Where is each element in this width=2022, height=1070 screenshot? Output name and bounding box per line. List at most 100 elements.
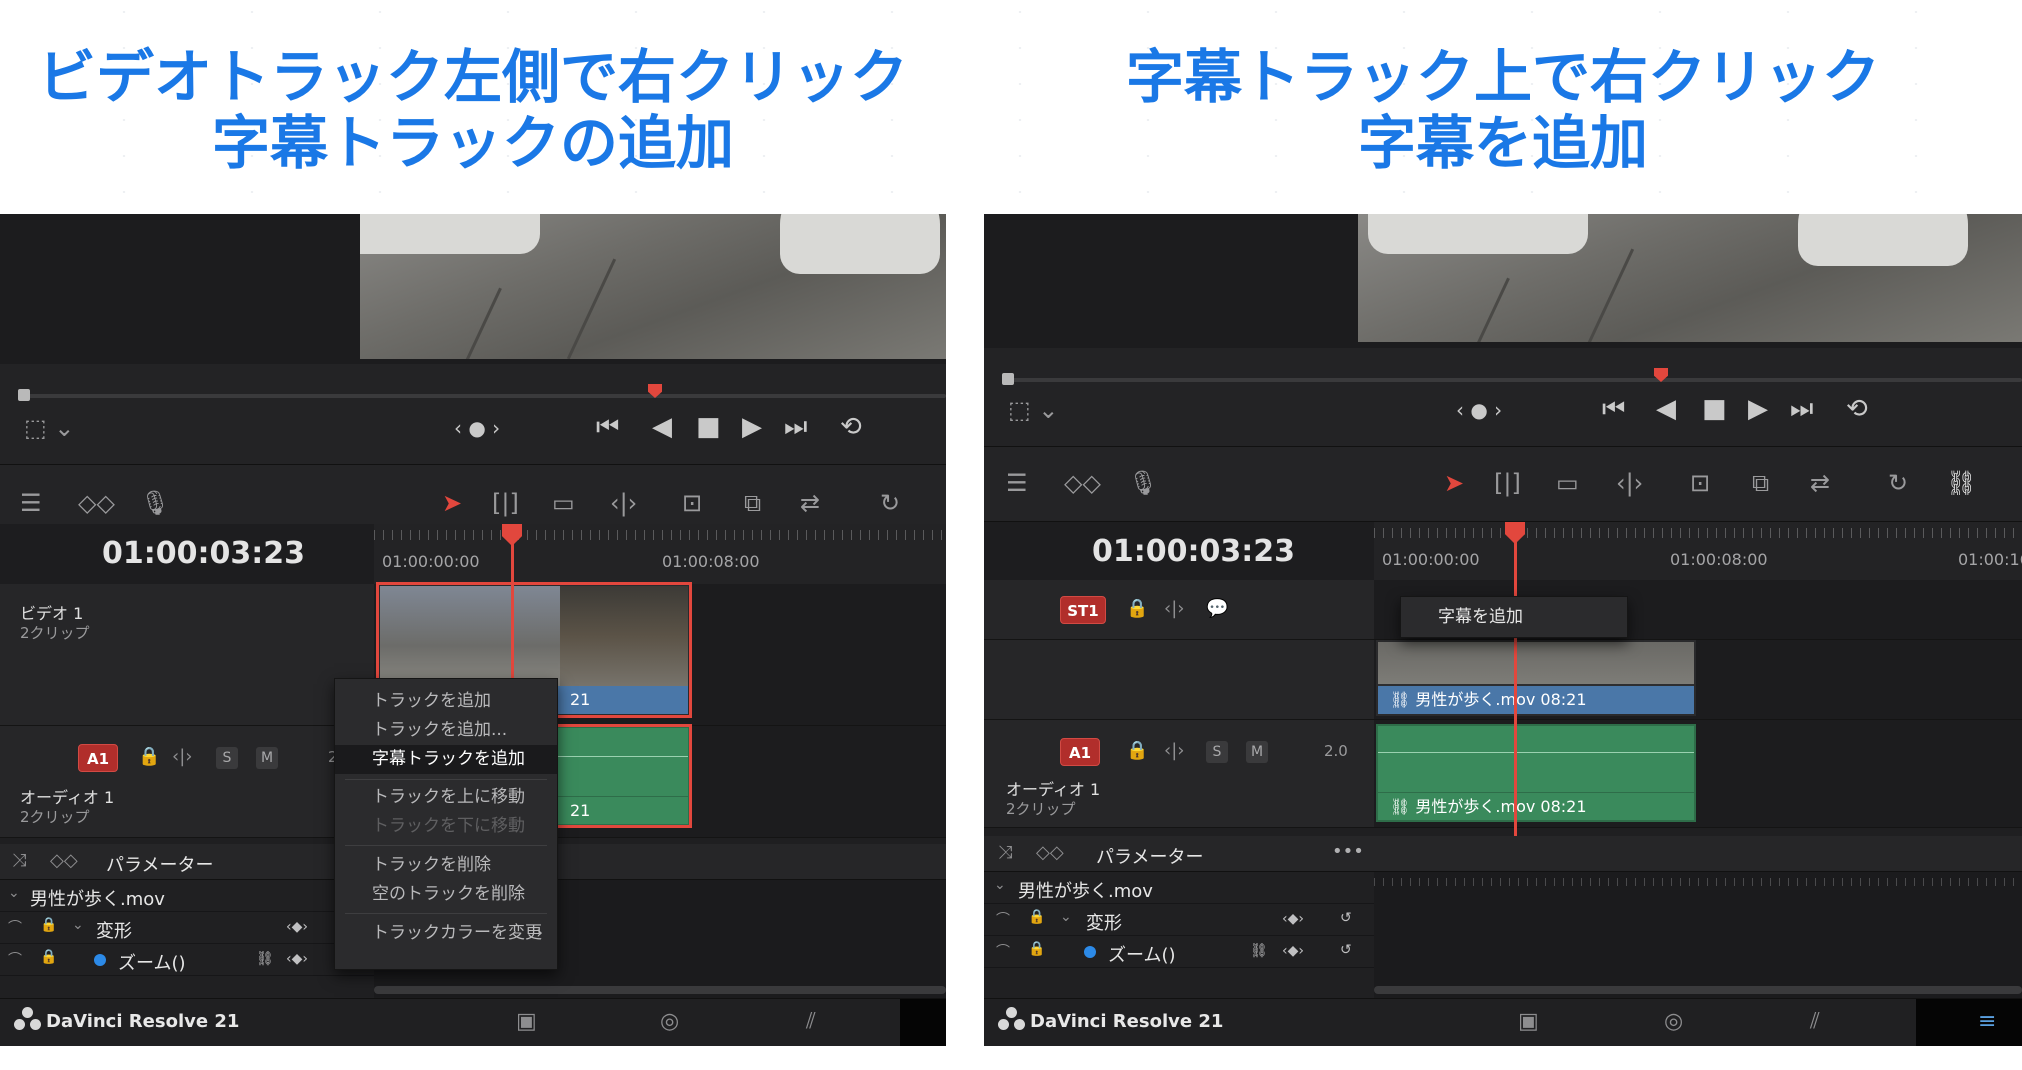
skip-back-icon[interactable]: ⏮: [1602, 394, 1625, 425]
lock-icon[interactable]: 🔒: [1028, 941, 1045, 957]
keyframe-nav-icon[interactable]: ‹◆›: [286, 951, 308, 967]
inspector-tab-parameters[interactable]: パラメーター: [106, 851, 213, 877]
lock-icon[interactable]: 🔒: [138, 746, 160, 767]
play-icon[interactable]: ▶: [1748, 394, 1768, 424]
insert-icon[interactable]: ⊡: [1690, 469, 1710, 497]
skip-forward-icon[interactable]: ⏭: [1790, 394, 1813, 425]
blade-icon[interactable]: ▭: [552, 489, 575, 517]
reset-icon[interactable]: ↺: [1340, 942, 1352, 958]
link-icon[interactable]: ⛓: [1250, 943, 1268, 959]
inspector-clip-row[interactable]: ⌄ 男性が歩く.mov: [984, 872, 1374, 904]
scrubber-in-handle[interactable]: [18, 389, 30, 401]
voiceover-mic-icon[interactable]: 🎙: [1128, 469, 1158, 497]
menu-item-delete-empty-tracks[interactable]: 空のトラックを削除: [335, 880, 557, 909]
audio-track-badge[interactable]: A1: [78, 744, 118, 772]
menu-item-add-track[interactable]: トラックを追加: [335, 687, 557, 716]
solo-button[interactable]: S: [216, 747, 238, 769]
keyframe-nav-icon[interactable]: ‹◆›: [1282, 943, 1304, 959]
select-arrow-icon[interactable]: ➤: [1444, 469, 1464, 497]
horizontal-scrollbar[interactable]: [1374, 986, 2022, 994]
lock-icon[interactable]: 🔒: [1028, 909, 1045, 925]
curve-icon[interactable]: ⌒: [996, 941, 1010, 961]
active-page-icon[interactable]: ≡: [1978, 1009, 1996, 1034]
slip-icon[interactable]: ‹|›: [610, 489, 637, 517]
inspector-transform-row[interactable]: ⌒ 🔒 ⌄ 変形 ‹◆›: [0, 912, 374, 944]
chevron-down-icon[interactable]: ⌄: [72, 917, 84, 933]
zoom-enabled-dot[interactable]: [94, 954, 106, 966]
jog-control-icon[interactable]: ‹ ● ›: [1456, 398, 1502, 422]
overwrite-icon[interactable]: ⧉: [1752, 469, 1769, 497]
menu-item-change-track-color[interactable]: トラックカラーを変更 ›: [335, 919, 557, 948]
trim-icon[interactable]: [|]: [492, 489, 519, 517]
play-reverse-icon[interactable]: ◀: [1656, 394, 1676, 424]
auto-select-icon[interactable]: ‹|›: [1164, 740, 1184, 761]
select-arrow-icon[interactable]: ➤: [442, 489, 462, 517]
edit-page-icon[interactable]: ⫽: [806, 1009, 816, 1034]
curve-icon[interactable]: ⌒: [996, 909, 1010, 929]
scrubber-track[interactable]: [1008, 378, 2022, 382]
insert-icon[interactable]: ⊡: [682, 489, 702, 517]
snap-icon[interactable]: ↻: [1888, 469, 1908, 497]
menu-item-move-track-up[interactable]: トラックを上に移動: [335, 783, 557, 812]
play-icon[interactable]: ▶: [742, 412, 762, 442]
more-options-icon[interactable]: •••: [1332, 841, 1364, 862]
keyframe-nav-icon[interactable]: ‹◆›: [286, 919, 308, 935]
audio-track-header[interactable]: A1 🔒 ‹|› S M 2.0 オーディオ 1 2クリップ: [984, 720, 1374, 828]
curve-icon[interactable]: ⤨: [12, 850, 26, 871]
audio-track-area[interactable]: ⛓ 男性が歩く.mov 08:21: [1374, 720, 2022, 828]
menu-item-add-subtitle-track[interactable]: 字幕トラックを追加: [335, 745, 557, 774]
media-page-icon[interactable]: ▣: [1518, 1009, 1539, 1034]
replace-icon[interactable]: ⇄: [800, 489, 820, 517]
timeline-ruler[interactable]: 01:00:00:00 01:00:08:00: [374, 524, 946, 584]
video-track-header[interactable]: [984, 640, 1374, 720]
video-clip[interactable]: ⛓ 男性が歩く.mov 08:21: [1376, 640, 1696, 716]
subtitle-icon[interactable]: 💬: [1206, 598, 1228, 619]
menu-item-add-subtitle[interactable]: 字幕を追加: [1401, 603, 1627, 632]
replace-icon[interactable]: ⇄: [1810, 469, 1830, 497]
edit-page-icon[interactable]: ⫽: [1810, 1009, 1820, 1034]
video-track-header[interactable]: ビデオ 1 2クリップ: [0, 584, 374, 726]
play-reverse-icon[interactable]: ◀: [652, 412, 672, 442]
track-options-icon[interactable]: ☰: [20, 489, 42, 517]
track-options-icon[interactable]: ☰: [1006, 469, 1028, 497]
stop-icon[interactable]: ■: [1702, 394, 1727, 424]
inspector-zoom-row[interactable]: ⌒ 🔒 ズーム() ⛓ ‹◆› ↺: [0, 944, 374, 976]
lock-icon[interactable]: 🔒: [40, 949, 57, 965]
subtitle-track-badge[interactable]: ST1: [1060, 596, 1106, 624]
lock-icon[interactable]: 🔒: [40, 917, 57, 933]
audio-clip[interactable]: ⛓ 男性が歩く.mov 08:21: [1376, 724, 1696, 822]
menu-item-add-tracks[interactable]: トラックを追加...: [335, 716, 557, 745]
keyframe-diamonds-icon[interactable]: ◇◇: [78, 489, 115, 517]
inspector-clip-row[interactable]: ⌄ 男性が歩く.mov: [0, 880, 374, 912]
viewer-size-icon[interactable]: ⬚ ⌄: [1008, 396, 1058, 424]
horizontal-scrollbar[interactable]: [374, 986, 946, 994]
scrubber-track[interactable]: [24, 394, 946, 398]
mute-button[interactable]: M: [1246, 741, 1268, 763]
keyframe-nav-icon[interactable]: ‹◆›: [1282, 911, 1304, 927]
lock-icon[interactable]: 🔒: [1126, 598, 1148, 619]
trim-icon[interactable]: [|]: [1494, 469, 1521, 497]
video-track-area[interactable]: ⛓ 男性が歩く.mov 08:21: [1374, 640, 2022, 720]
audio-track-header[interactable]: A1 🔒 ‹|› S M 2 オーディオ 1 2クリップ: [0, 726, 374, 838]
curve-icon[interactable]: ⌒: [8, 949, 22, 969]
timeline-ruler[interactable]: 01:00:00:00 01:00:08:00 01:00:16: [1374, 522, 2022, 580]
skip-forward-icon[interactable]: ⏭: [784, 412, 807, 443]
chevron-down-icon[interactable]: ⌄: [1060, 909, 1072, 925]
audio-track-badge[interactable]: A1: [1060, 738, 1100, 766]
media-page-icon[interactable]: ▣: [516, 1009, 537, 1034]
solo-button[interactable]: S: [1206, 741, 1228, 763]
fusion-page-icon[interactable]: ◎: [660, 1009, 679, 1034]
chevron-down-icon[interactable]: ⌄: [994, 877, 1006, 893]
menu-item-delete-track[interactable]: トラックを削除: [335, 851, 557, 880]
link-icon[interactable]: ⛓: [1946, 469, 1976, 497]
blade-icon[interactable]: ▭: [1556, 469, 1579, 497]
snap-icon[interactable]: ↻: [880, 489, 900, 517]
slip-icon[interactable]: ‹|›: [1616, 469, 1643, 497]
scrubber-in-handle[interactable]: [1002, 373, 1014, 385]
loop-icon[interactable]: ⟲: [840, 412, 862, 442]
keyframe-diamonds-icon[interactable]: ◇◇: [1036, 842, 1064, 863]
curve-icon[interactable]: ⌒: [8, 917, 22, 937]
fusion-page-icon[interactable]: ◎: [1664, 1009, 1683, 1034]
skip-back-icon[interactable]: ⏮: [596, 412, 619, 443]
keyframe-diamonds-icon[interactable]: ◇◇: [1064, 469, 1101, 497]
